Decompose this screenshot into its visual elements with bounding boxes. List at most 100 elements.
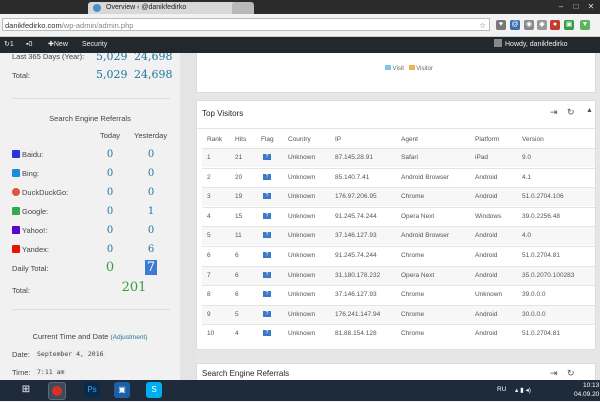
- cell-agent: Chrome: [401, 291, 425, 299]
- cell-hits: 20: [235, 173, 243, 181]
- refresh-icon[interactable]: ↻: [567, 107, 575, 118]
- cell-hits: 15: [235, 212, 243, 220]
- table-header: Rank Hits Flag Country IP Agent Platform…: [202, 131, 595, 148]
- engine-name: Yandex:: [22, 245, 49, 254]
- header-divider: [197, 128, 595, 129]
- cell-ip: 37.146.127.93: [335, 291, 377, 299]
- extension-gray-icon[interactable]: ◉: [524, 20, 534, 30]
- cell-rank: 2: [207, 173, 211, 181]
- tab-new[interactable]: [232, 2, 254, 14]
- new-content-button[interactable]: ✚ New: [48, 37, 68, 53]
- table-row: 1 21? Unknown 87.145.28.91 Safari iPad 9.0: [202, 148, 595, 167]
- cell-country: Unknown: [288, 330, 316, 338]
- comments-icon[interactable]: ▪ 0: [26, 37, 32, 53]
- tab-overview[interactable]: Overview ‹ @danikfedirko ✕: [88, 2, 246, 14]
- time-panel-title: Current Time and Date (Adjustment): [32, 332, 148, 341]
- skype-taskbar-icon[interactable]: S: [146, 382, 162, 398]
- flag-icon: ?: [263, 330, 271, 337]
- cell-ip: 176.97.206.95: [335, 193, 377, 201]
- cell-ip: 91.245.74.244: [335, 212, 377, 220]
- chrome-taskbar-icon[interactable]: [48, 382, 66, 400]
- windows-taskbar: ⊞ Ps ▣ S RU ▴ ▮ ◂) 10:13 04.09.20: [0, 380, 600, 401]
- start-icon[interactable]: ⊞: [18, 382, 34, 398]
- cell-country: Unknown: [288, 173, 316, 181]
- address-bar[interactable]: danikfedirko.com/wp-admin/admin.php ☆: [2, 18, 490, 31]
- download-icon[interactable]: ▼: [580, 20, 590, 30]
- star-icon[interactable]: ☆: [479, 19, 486, 30]
- bottom-panel-title: Search Engine Referrals: [202, 369, 290, 378]
- minimize-icon[interactable]: –: [555, 2, 567, 11]
- cell-platform: iPad: [475, 154, 489, 161]
- clock-date[interactable]: 04.09.20: [574, 391, 599, 398]
- cell-ip: 37.146.127.93: [335, 232, 377, 240]
- daily-total-label: Daily Total:: [12, 264, 49, 273]
- top-visitors-panel: Top Visitors ⇥ ↻ ▲ Rank Hits Flag Countr…: [196, 100, 596, 350]
- cell-version: 51.0.2704.81: [522, 252, 560, 259]
- cell-hits: 6: [235, 271, 239, 279]
- right-column: Visit Visitor Top Visitors ⇥ ↻ ▲ Rank Hi…: [196, 53, 600, 380]
- open-icon[interactable]: ⇥: [550, 368, 558, 379]
- daily-total-yesterday[interactable]: 7: [145, 260, 157, 275]
- cell-hits: 6: [235, 291, 239, 299]
- address-bar-row: danikfedirko.com/wp-admin/admin.php ☆ ♥ …: [0, 14, 600, 37]
- refresh-icon[interactable]: ↻: [567, 368, 575, 379]
- extension-green-icon[interactable]: ▣: [564, 20, 574, 30]
- updates-icon[interactable]: ↻ 1: [4, 37, 14, 53]
- engine-yesterday: 6: [147, 244, 155, 255]
- photoshop-taskbar-icon[interactable]: Ps: [84, 382, 100, 398]
- cell-country: Unknown: [288, 232, 316, 240]
- extension-heart-icon[interactable]: ♥: [496, 20, 506, 30]
- clock-time[interactable]: 10:13: [583, 382, 599, 389]
- hits-chart-panel: Visit Visitor: [196, 53, 596, 93]
- total-value: 201: [121, 280, 147, 295]
- table-row: 7 6? Unknown 31.180.178.232 Opera Next Androi…: [202, 265, 595, 285]
- cell-ip: 91.245.74.244: [335, 252, 377, 259]
- cell-hits: 4: [235, 330, 239, 338]
- maximize-icon[interactable]: □: [570, 2, 582, 11]
- cell-country: Unknown: [288, 310, 316, 318]
- date-label: Date:: [12, 350, 30, 359]
- cell-rank: 7: [207, 271, 211, 279]
- cell-agent: Android Browser: [401, 232, 450, 240]
- account-greeting[interactable]: Howdy, danikfedirko: [494, 37, 568, 53]
- flag-icon: ?: [263, 310, 271, 317]
- collapse-icon[interactable]: ▲: [586, 107, 593, 114]
- avatar: [494, 39, 502, 47]
- cell-version: 4.1: [522, 173, 532, 181]
- col-ip: IP: [335, 136, 342, 143]
- adjustment-link[interactable]: (Adjustment): [111, 334, 148, 341]
- engine-yesterday: 1: [147, 206, 155, 217]
- close-window-icon[interactable]: ✕: [585, 2, 597, 11]
- cell-rank: 4: [207, 212, 211, 220]
- url-host: danikfedirko.com: [5, 21, 62, 30]
- bing-icon: [12, 169, 20, 177]
- extension-shield-icon[interactable]: ◆: [537, 20, 547, 30]
- flag-icon: ?: [263, 291, 271, 298]
- col-platform: Platform: [475, 136, 500, 143]
- cell-agent: Opera Next: [401, 212, 435, 220]
- baidu-icon: [12, 150, 20, 158]
- cell-rank: 9: [207, 310, 211, 318]
- cell-hits: 6: [235, 252, 239, 259]
- tray-icons[interactable]: ▴ ▮ ◂): [515, 386, 531, 394]
- language-indicator[interactable]: RU: [497, 386, 506, 393]
- app-taskbar-icon[interactable]: ▣: [114, 382, 130, 398]
- engine-today: 0: [106, 225, 114, 236]
- col-hits: Hits: [235, 136, 247, 143]
- col-yesterday: Yesterday: [134, 131, 168, 140]
- cell-version: 9.0: [522, 154, 532, 161]
- extension-blue-icon[interactable]: @: [510, 20, 520, 30]
- engine-name: Yahoo!:: [22, 226, 48, 235]
- cell-hits: 11: [235, 232, 242, 240]
- extension-red-icon[interactable]: ●: [550, 20, 560, 30]
- security-menu[interactable]: Security: [82, 37, 107, 53]
- visitors-table: Rank Hits Flag Country IP Agent Platform…: [197, 131, 597, 349]
- cell-version: 51.0.2704.106: [522, 193, 564, 201]
- flag-icon: ?: [263, 154, 271, 160]
- col-country: Country: [288, 136, 311, 143]
- engine-yesterday: 0: [147, 149, 155, 160]
- open-icon[interactable]: ⇥: [550, 107, 558, 118]
- chart-legend: Visit Visitor: [385, 65, 433, 72]
- table-row: 6 6? Unknown 91.245.74.244 Chrome Android 51.0…: [202, 246, 595, 265]
- cell-platform: Android: [475, 330, 498, 338]
